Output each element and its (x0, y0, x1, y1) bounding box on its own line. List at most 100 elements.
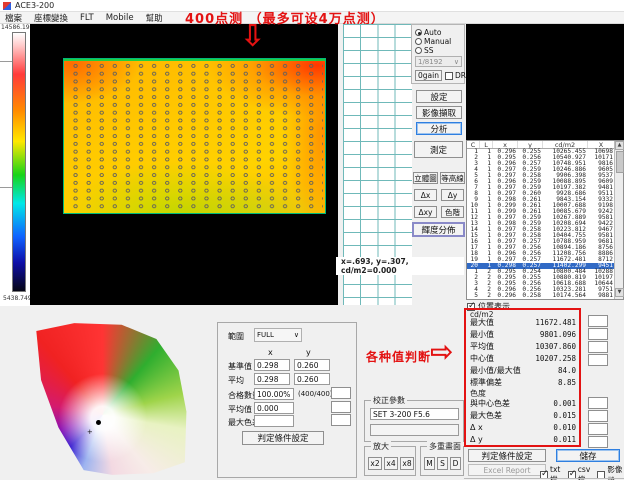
table-scrollbar[interactable]: ▲ ▼ (614, 141, 623, 299)
avgdiff-field: 0.000 (254, 402, 294, 414)
window-title: ACE3-200 (15, 1, 54, 10)
radio-auto-icon[interactable] (415, 29, 422, 36)
judge-box (331, 414, 351, 426)
scroll-down-icon[interactable]: ▼ (615, 288, 624, 297)
table-header-cell: L (480, 141, 493, 148)
cie-gamut-blob (30, 320, 188, 478)
calibration-title: 校正參數 (371, 395, 407, 406)
save-button[interactable]: 儲存 (556, 449, 620, 462)
multi-button-D[interactable]: D (450, 457, 461, 470)
view3d-button[interactable]: 立體圖 (413, 172, 438, 184)
analyze-button[interactable]: 分析 (416, 122, 462, 135)
avg-label: 平均 (228, 375, 244, 386)
ref-x-field[interactable]: 0.298 (254, 359, 290, 371)
menu-mobile[interactable]: Mobile (106, 13, 134, 23)
dr-checkbox[interactable]: DR (445, 71, 466, 80)
radio-manual[interactable]: Manual (415, 37, 451, 46)
table-header-cell: C (467, 141, 480, 148)
menu-help[interactable]: 幫助 (146, 12, 163, 24)
calibration-preset2-field[interactable] (370, 424, 459, 436)
contour-button[interactable]: 等高線 (440, 172, 465, 184)
judge-box (588, 354, 608, 366)
value-row: 與中心色差0.001 (470, 397, 576, 409)
judge-box (331, 401, 351, 413)
value-row: Δ y0.011 (470, 433, 576, 445)
avg-y-field[interactable]: 0.260 (294, 373, 330, 385)
avg-x-field[interactable]: 0.298 (254, 373, 290, 385)
value-row: 最小值/最大值84.0 (470, 364, 576, 376)
radio-ss-icon[interactable] (415, 47, 422, 54)
pass-value-field: 100.00% (254, 388, 294, 400)
measurement-table[interactable]: CLxycd/m2X 110.2960.25510265.45510698210… (466, 140, 624, 300)
setup-button[interactable]: 設定 (416, 90, 462, 103)
cie-crosshair-icon: + (87, 429, 93, 436)
value-row: 最大值11672.481 (470, 316, 576, 328)
cie-chromaticity-diagram[interactable]: + (30, 320, 188, 478)
col-y-label: y (306, 348, 311, 357)
chevron-down-icon: ∨ (294, 331, 299, 339)
zoom-button-x2[interactable]: x2 (368, 457, 382, 470)
colorbar-max-label: 14586.196 (1, 24, 33, 31)
multi-button-M[interactable]: M (424, 457, 435, 470)
app-icon (3, 2, 11, 10)
value-row: 中心值10207.258 (470, 352, 576, 364)
scroll-thumb[interactable] (616, 151, 624, 173)
colorbar-min-label: 5438.749 (3, 295, 32, 302)
capture-settings-group: Auto Manual SS 1/8192 ∨ 0gain DR (411, 24, 465, 84)
judge-box (588, 315, 608, 327)
dr-checkbox-icon[interactable] (445, 72, 453, 80)
value-row: 平均值10307.860 (470, 340, 576, 352)
exposure-dropdown[interactable]: 1/8192 ∨ (415, 56, 462, 67)
zoom-button-x8[interactable]: x8 (400, 457, 414, 470)
judge-box (588, 341, 608, 353)
multi-button-S[interactable]: S (437, 457, 448, 470)
colorbar-tick (0, 187, 12, 188)
camera-view (466, 24, 624, 140)
judge-settings-button[interactable]: 判定條件設定 (242, 431, 324, 445)
zoom-group: 放大 x2x4x8 (364, 446, 416, 476)
luminance-heatmap[interactable] (63, 58, 326, 214)
radio-auto[interactable]: Auto (415, 28, 441, 37)
colorbar-gradient (12, 32, 26, 292)
luminance-distribution-button[interactable]: 輝度分佈 (412, 222, 465, 237)
measure-button[interactable]: 測定 (414, 141, 463, 158)
down-arrow-icon: ⇩ (240, 22, 265, 52)
delta-xy-button[interactable]: Δxy (414, 206, 437, 218)
judge-box (331, 387, 351, 399)
table-row[interactable]: 520.2960.25810174.5649881 (467, 293, 623, 299)
table-header-cell: y (518, 141, 543, 148)
value-row: Δ x0.010 (470, 421, 576, 433)
judge-box (588, 423, 608, 435)
multi-view-title: 多重畫面 (427, 441, 463, 452)
radio-ss[interactable]: SS (415, 46, 434, 55)
capture-button[interactable]: 影像擷取 (416, 106, 462, 119)
zoom-button-x4[interactable]: x4 (384, 457, 398, 470)
zoom-title: 放大 (371, 441, 391, 452)
avgdiff-label: 平均值 (228, 404, 252, 415)
judge-box (588, 328, 608, 340)
judge-box (588, 397, 608, 409)
measurement-canvas[interactable] (30, 24, 338, 305)
gain-button[interactable]: 0gain (415, 70, 442, 81)
ref-y-field[interactable]: 0.260 (294, 359, 330, 371)
scroll-up-icon[interactable]: ▲ (615, 141, 624, 150)
value-row: 最大色差0.015 (470, 409, 576, 421)
calibration-preset-field[interactable]: SET 3-200 F5.6 (370, 408, 459, 420)
menu-transform[interactable]: 座標變換 (34, 12, 68, 24)
ref-label: 基準值 (228, 361, 252, 372)
range-dropdown[interactable]: FULL ∨ (254, 328, 302, 342)
judge-box (588, 410, 608, 422)
footer-judge-settings-button[interactable]: 判定條件設定 (468, 449, 546, 462)
delta-x-button[interactable]: Δx (414, 189, 437, 201)
table-header-cell: X (588, 141, 615, 148)
multi-view-group: 多重畫面 MSD (420, 446, 464, 476)
pass-count-text: (400/400) (298, 390, 333, 398)
menu-flt[interactable]: FLT (80, 13, 94, 23)
radio-manual-icon[interactable] (415, 38, 422, 45)
delta-y-button[interactable]: Δy (441, 189, 464, 201)
table-header-cell: cd/m2 (543, 141, 588, 148)
color-levels-button[interactable]: 色階 (441, 206, 464, 218)
menu-file[interactable]: 檔案 (5, 12, 22, 24)
table-body: 110.2960.25510265.45510698210.2950.25610… (467, 149, 623, 299)
excel-report-button[interactable]: Excel Report (468, 464, 546, 476)
